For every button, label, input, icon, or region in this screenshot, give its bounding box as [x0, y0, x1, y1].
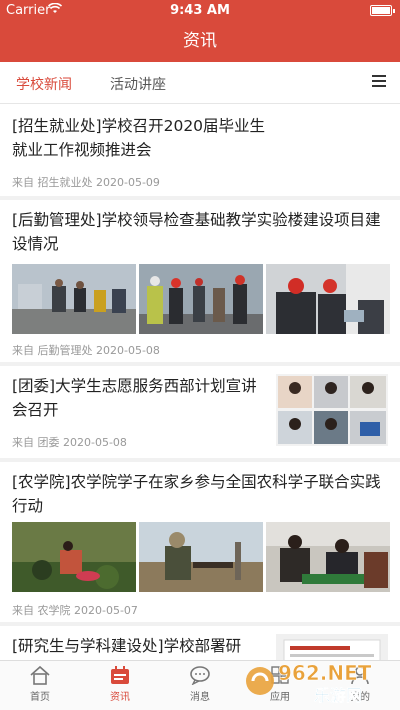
news-image — [139, 522, 263, 592]
battery-icon — [370, 5, 395, 16]
chat-icon — [189, 665, 211, 686]
news-meta: 来自 后勤管理处 2020-05-08 — [12, 344, 160, 357]
status-bar: Carrier 9:43 AM — [0, 0, 400, 20]
news-meta: 来自 招生就业处 2020-05-09 — [12, 176, 160, 189]
news-title: [团委]大学生志愿服务西部计划宣讲会召开 — [12, 377, 257, 419]
news-meta: 来自 团委 2020-05-08 — [12, 436, 127, 449]
tab-school-news[interactable]: 学校新闻 — [16, 74, 72, 94]
news-item[interactable]: [招生就业处]学校召开2020届毕业生就业工作视频推进会 来自 招生就业处 20… — [0, 104, 400, 196]
news-meta: 来自 农学院 2020-05-07 — [12, 604, 138, 617]
news-image — [12, 264, 136, 334]
news-image — [139, 264, 263, 334]
news-item[interactable]: [研究生与学科建设处]学校部署研 — [0, 626, 400, 660]
news-image-row — [12, 522, 390, 592]
news-item[interactable]: [后勤管理处]学校领导检查基础教学实验楼建设项目建设情况 来自 后勤管理处 20… — [0, 200, 400, 362]
news-thumbnail — [276, 374, 388, 446]
news-icon — [109, 665, 131, 685]
watermark-text-top: 962.NET — [278, 661, 372, 685]
news-feed[interactable]: [招生就业处]学校召开2020届毕业生就业工作视频推进会 来自 招生就业处 20… — [0, 104, 400, 660]
tabbar-home-label: 首页 — [30, 692, 50, 703]
news-image — [266, 264, 390, 334]
tabbar-messages-label: 消息 — [190, 692, 210, 703]
news-title: [农学院]农学院学子在家乡参与全国农科学子联合实践行动 — [12, 473, 381, 515]
tabbar-home[interactable]: 首页 — [0, 665, 80, 703]
menu-icon[interactable] — [372, 75, 386, 87]
news-title: [后勤管理处]学校领导检查基础教学实验楼建设项目建设情况 — [12, 211, 381, 253]
news-image-row — [12, 264, 390, 334]
news-title: [招生就业处]学校召开2020届毕业生就业工作视频推进会 — [12, 117, 266, 159]
status-time: 9:43 AM — [170, 3, 230, 18]
news-item[interactable]: [团委]大学生志愿服务西部计划宣讲会召开 来自 团委 2020-05-08 — [0, 366, 400, 458]
watermark-logo: 962.NET 乐游网 — [244, 656, 394, 706]
news-title: [研究生与学科建设处]学校部署研 — [12, 637, 242, 655]
tab-events-lectures[interactable]: 活动讲座 — [110, 74, 166, 94]
tabbar-news-label: 资讯 — [110, 692, 130, 703]
tabbar-messages[interactable]: 消息 — [160, 665, 240, 703]
page-title: 资讯 — [183, 31, 217, 51]
news-image — [12, 522, 136, 592]
nav-bar: 资讯 — [0, 20, 400, 62]
category-tabs: 学校新闻 活动讲座 — [0, 62, 400, 104]
home-icon — [29, 665, 51, 685]
news-image — [266, 522, 390, 592]
news-item[interactable]: [农学院]农学院学子在家乡参与全国农科学子联合实践行动 来自 农学院 2020-… — [0, 462, 400, 622]
watermark-text-bottom: 乐游网 — [314, 686, 362, 705]
tabbar-news[interactable]: 资讯 — [80, 665, 160, 703]
